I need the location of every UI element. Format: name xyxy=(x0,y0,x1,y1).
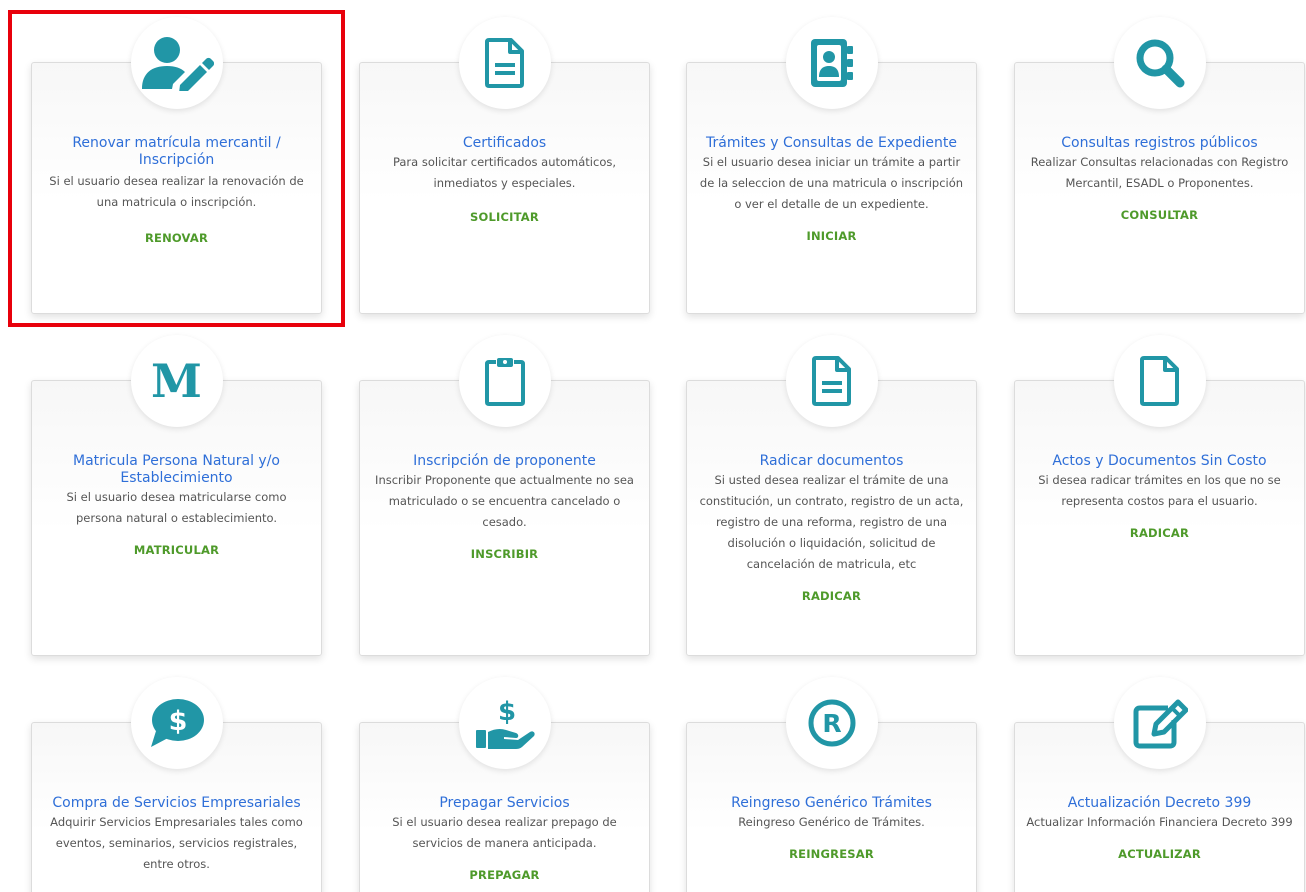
card-content: Renovar matrícula mercantil / Inscripció… xyxy=(42,135,311,246)
card-description: Si el usuario desea matricularse como pe… xyxy=(66,490,287,525)
card-content: Radicar documentos Si usted desea realiz… xyxy=(697,453,966,604)
icon-circle xyxy=(785,17,878,109)
reingresar-link[interactable]: REINGRESAR xyxy=(789,847,874,861)
radicar-link[interactable]: RADICAR xyxy=(802,589,861,603)
letter-m-icon: M xyxy=(151,354,202,408)
card-certificados[interactable]: Certificados Para solicitar certificados… xyxy=(359,17,650,314)
blank-file-icon xyxy=(1139,356,1179,406)
card-content: Consultas registros públicos Realizar Co… xyxy=(1025,135,1294,223)
card-title[interactable]: Compra de Servicios Empresariales xyxy=(42,795,311,812)
card-tramites-consultas[interactable]: Trámites y Consultas de Expediente Si el… xyxy=(686,17,977,314)
icon-circle xyxy=(1113,677,1206,769)
card-description: Si desea radicar trámites en los que no … xyxy=(1038,473,1281,508)
card-content: Reingreso Genérico Trámites Reingreso Ge… xyxy=(697,795,966,862)
iniciar-link[interactable]: INICIAR xyxy=(806,229,856,243)
icon-circle: $ xyxy=(458,677,551,769)
consultar-link[interactable]: CONSULTAR xyxy=(1121,208,1198,222)
services-grid: Renovar matrícula mercantil / Inscripció… xyxy=(0,0,1306,892)
registered-icon: R xyxy=(808,699,855,747)
card-content: Prepagar Servicios Si el usuario desea r… xyxy=(370,795,639,883)
radicar-sin-costo-link[interactable]: RADICAR xyxy=(1130,526,1189,540)
icon-circle xyxy=(785,335,878,427)
card-reingreso-generico[interactable]: R Reingreso Genérico Trámites Reingreso … xyxy=(686,677,977,892)
card-title[interactable]: Prepagar Servicios xyxy=(370,795,639,812)
file-text-icon xyxy=(484,38,524,88)
card-title[interactable]: Actos y Documentos Sin Costo xyxy=(1025,453,1294,470)
card-description: Adquirir Servicios Empresariales tales c… xyxy=(50,815,303,871)
card-description: Para solicitar certificados automáticos,… xyxy=(392,155,617,190)
icon-circle: M xyxy=(130,335,223,427)
solicitar-link[interactable]: SOLICITAR xyxy=(470,210,539,224)
card-title[interactable]: Trámites y Consultas de Expediente xyxy=(697,135,966,152)
card-title[interactable]: Radicar documentos xyxy=(697,453,966,470)
card-description: Si el usuario desea realizar prepago de … xyxy=(392,815,617,850)
card-actualizacion-decreto[interactable]: Actualización Decreto 399 Actualizar Inf… xyxy=(1014,677,1305,892)
card-radicar-documentos[interactable]: Radicar documentos Si usted desea realiz… xyxy=(686,335,977,656)
card-content: Actualización Decreto 399 Actualizar Inf… xyxy=(1025,795,1294,862)
card-title[interactable]: Renovar matrícula mercantil / Inscripció… xyxy=(42,135,311,169)
svg-text:$: $ xyxy=(168,706,187,737)
inscribir-link[interactable]: INSCRIBIR xyxy=(471,547,538,561)
card-content: Trámites y Consultas de Expediente Si el… xyxy=(697,135,966,244)
renovar-link[interactable]: RENOVAR xyxy=(145,231,208,245)
card-prepagar-servicios[interactable]: $ Prepagar Servicios Si el usuario desea… xyxy=(359,677,650,892)
card-compra-servicios[interactable]: $ Compra de Servicios Empresariales Adqu… xyxy=(31,677,322,892)
icon-circle: $ xyxy=(130,677,223,769)
card-title[interactable]: Matricula Persona Natural y/o Establecim… xyxy=(42,453,311,487)
dollar-speech-bubble-icon: $ xyxy=(150,699,204,747)
card-title[interactable]: Certificados xyxy=(370,135,639,152)
icon-circle xyxy=(1113,335,1206,427)
card-consultas-registros[interactable]: Consultas registros públicos Realizar Co… xyxy=(1014,17,1305,314)
card-description: Si el usuario desea iniciar un trámite a… xyxy=(699,155,964,211)
card-content: Actos y Documentos Sin Costo Si desea ra… xyxy=(1025,453,1294,541)
clipboard-icon xyxy=(484,358,525,406)
card-description: Reingreso Genérico de Trámites. xyxy=(738,815,925,829)
icon-circle: R xyxy=(785,677,878,769)
card-title[interactable]: Reingreso Genérico Trámites xyxy=(697,795,966,812)
address-book-icon xyxy=(810,39,853,87)
icon-circle xyxy=(458,335,551,427)
card-description: Realizar Consultas relacionadas con Regi… xyxy=(1030,155,1289,190)
card-description: Actualizar Información Financiera Decret… xyxy=(1026,815,1293,829)
card-inscripcion-proponente[interactable]: Inscripción de proponente Inscribir Prop… xyxy=(359,335,650,656)
file-text-icon xyxy=(811,356,851,406)
actualizar-link[interactable]: ACTUALIZAR xyxy=(1118,847,1201,861)
card-renovar-matricula[interactable]: Renovar matrícula mercantil / Inscripció… xyxy=(31,17,322,314)
card-title[interactable]: Actualización Decreto 399 xyxy=(1025,795,1294,812)
card-title[interactable]: Inscripción de proponente xyxy=(370,453,639,470)
icon-circle xyxy=(458,17,551,109)
card-description: Si usted desea realizar el trámite de un… xyxy=(699,473,964,571)
card-content: Matricula Persona Natural y/o Establecim… xyxy=(42,453,311,558)
card-content: Inscripción de proponente Inscribir Prop… xyxy=(370,453,639,562)
card-content: Certificados Para solicitar certificados… xyxy=(370,135,639,225)
matricular-link[interactable]: MATRICULAR xyxy=(134,543,219,557)
card-title[interactable]: Consultas registros públicos xyxy=(1025,135,1294,152)
card-description: Inscribir Proponente que actualmente no … xyxy=(375,473,634,529)
svg-text:R: R xyxy=(822,709,841,738)
user-edit-icon xyxy=(141,37,214,91)
svg-text:$: $ xyxy=(497,697,515,727)
search-icon xyxy=(1136,39,1184,88)
hand-dollar-icon: $ xyxy=(475,697,535,749)
icon-circle xyxy=(130,17,223,109)
card-actos-sin-costo[interactable]: Actos y Documentos Sin Costo Si desea ra… xyxy=(1014,335,1305,656)
card-description: Si el usuario desea realizar la renovaci… xyxy=(49,174,304,209)
card-matricula-persona[interactable]: M Matricula Persona Natural y/o Establec… xyxy=(31,335,322,656)
prepagar-link[interactable]: PREPAGAR xyxy=(469,868,539,882)
card-content: Compra de Servicios Empresariales Adquir… xyxy=(42,795,311,875)
edit-square-icon xyxy=(1133,699,1188,749)
icon-circle xyxy=(1113,17,1206,109)
